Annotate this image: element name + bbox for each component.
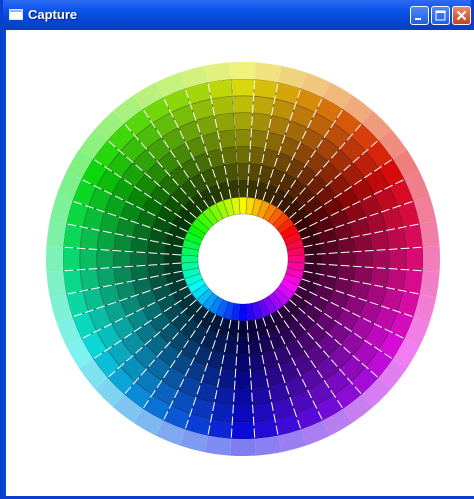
wheel-cell [371, 249, 390, 269]
wheel-cell [254, 435, 282, 456]
wheel-cell [235, 146, 251, 164]
wheel-cell [386, 226, 407, 250]
wheel-cell [233, 387, 253, 406]
wheel-center-hole [208, 224, 278, 294]
wheel-cell [230, 78, 256, 97]
wheel-cell [230, 421, 256, 440]
wheel-cell [254, 62, 282, 83]
wheel-cell [130, 251, 148, 267]
wheel-cell [405, 246, 424, 272]
minimize-button[interactable] [410, 6, 429, 25]
wheel-cell [147, 252, 165, 266]
wheel-cell [369, 230, 390, 251]
wheel-cell [386, 268, 407, 292]
window-title: Capture [28, 7, 78, 22]
wheel-cell [207, 78, 233, 100]
wheel-cell [235, 354, 251, 372]
wheel-cell [304, 253, 323, 265]
wheel-cell [210, 402, 234, 423]
wheel-cell [234, 129, 252, 148]
wheel-cell [113, 250, 132, 268]
maximize-icon [435, 10, 446, 21]
wheel-cell [252, 402, 276, 423]
wheel-cell [232, 95, 254, 114]
wheel-cell [204, 435, 232, 456]
wheel-cell [338, 251, 356, 267]
maximize-button[interactable] [431, 6, 450, 25]
wheel-cell [79, 268, 100, 292]
wheel-cell [46, 270, 67, 298]
title-bar[interactable]: Capture [3, 0, 471, 30]
wheel-cell [62, 269, 84, 295]
wheel-cell [236, 337, 250, 355]
wheel-cell [62, 223, 84, 249]
wheel-cell [96, 249, 115, 269]
window-icon [9, 9, 23, 20]
application-window: Capture [0, 0, 474, 499]
wheel-cell [230, 62, 256, 80]
wheel-cell [232, 404, 254, 423]
wheel-cell [45, 246, 64, 272]
wheel-cell [204, 62, 232, 83]
wheel-cell [252, 95, 276, 116]
close-button[interactable] [452, 6, 471, 25]
wheel-cell [419, 270, 440, 298]
color-wheel [45, 62, 440, 456]
wheel-cell [46, 220, 67, 248]
wheel-cell [214, 112, 235, 133]
wheel-cell [79, 248, 98, 270]
wheel-cell [237, 320, 249, 339]
client-area [6, 30, 474, 496]
wheel-cell [79, 226, 100, 250]
wheel-cell [207, 418, 233, 440]
wheel-cell [419, 220, 440, 248]
wheel-cell [253, 418, 279, 440]
wheel-cell [251, 385, 272, 406]
wheel-cell [62, 246, 81, 272]
wheel-cell [210, 95, 234, 116]
wheel-cell [321, 252, 339, 266]
wheel-cell [422, 246, 440, 272]
wheel-cell [402, 269, 424, 295]
wheel-cell [233, 112, 253, 131]
wheel-cell [253, 78, 279, 100]
wheel-cell [237, 179, 249, 198]
wheel-cell [96, 267, 117, 288]
wheel-cell [402, 223, 424, 249]
close-icon [456, 10, 467, 21]
wheel-cell [236, 163, 250, 181]
wheel-cell [230, 438, 256, 456]
wheel-cell [354, 250, 373, 268]
wheel-cell [163, 253, 182, 265]
wheel-cell [388, 248, 407, 270]
minimize-icon [415, 18, 421, 20]
wheel-cell [234, 370, 252, 389]
